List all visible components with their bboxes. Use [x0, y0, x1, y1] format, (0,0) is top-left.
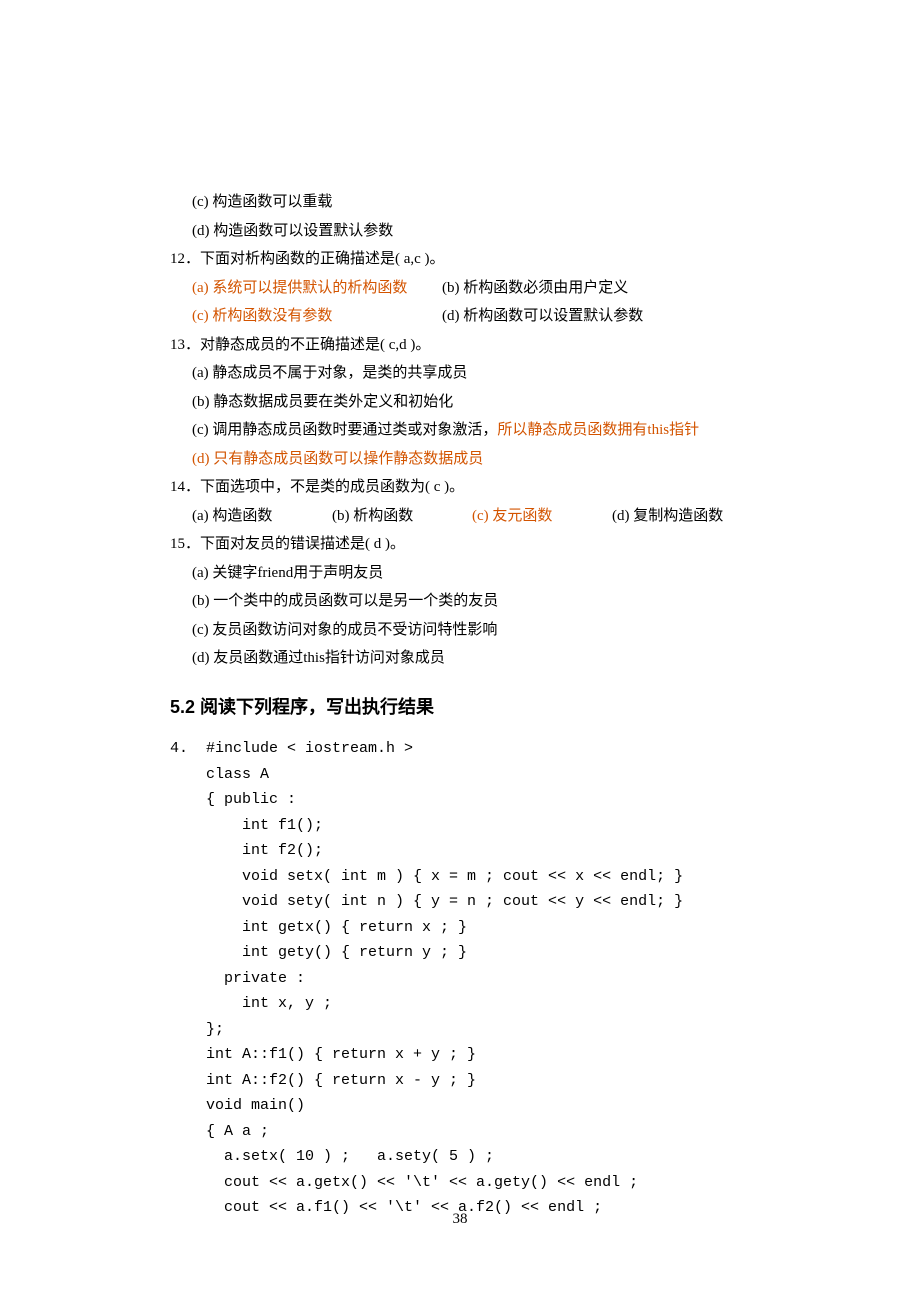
q13-option-c-prefix: (c) 调用静态成员函数时要通过类或对象激活，: [192, 422, 497, 438]
q14-option-d: (d) 复制构造函数: [612, 508, 723, 524]
q15-option-d: (d) 友员函数通过this指针访问对象成员: [170, 646, 750, 672]
q12-row-1: (a) 系统可以提供默认的析构函数 (b) 析构函数必须由用户定义: [170, 276, 750, 302]
q15-stem: 15．下面对友员的错误描述是( d )。: [170, 532, 750, 558]
q11-option-c: (c) 构造函数可以重载: [170, 190, 750, 216]
q15-option-c: (c) 友员函数访问对象的成员不受访问特性影响: [170, 618, 750, 644]
q13-stem: 13．对静态成员的不正确描述是( c,d )。: [170, 333, 750, 359]
q13-option-d: (d) 只有静态成员函数可以操作静态数据成员: [170, 447, 750, 473]
q12-option-b: (b) 析构函数必须由用户定义: [442, 276, 750, 302]
q12-option-d: (d) 析构函数可以设置默认参数: [442, 304, 750, 330]
q15-option-a: (a) 关键字friend用于声明友员: [170, 561, 750, 587]
q13-option-b: (b) 静态数据成员要在类外定义和初始化: [170, 390, 750, 416]
q13-option-c-suffix: 所以静态成员函数拥有this指针: [497, 422, 699, 438]
code-block-q4: 4. #include < iostream.h > class A { pub…: [170, 736, 750, 1221]
q13-option-a: (a) 静态成员不属于对象，是类的共享成员: [170, 361, 750, 387]
q11-option-d: (d) 构造函数可以设置默认参数: [170, 219, 750, 245]
q14-option-b: (b) 析构函数: [332, 504, 472, 530]
page: (c) 构造函数可以重载 (d) 构造函数可以设置默认参数 12．下面对析构函数…: [0, 0, 920, 1302]
q12-stem: 12．下面对析构函数的正确描述是( a,c )。: [170, 247, 750, 273]
section-title-5-2: 5.2 阅读下列程序，写出执行结果: [170, 692, 750, 723]
page-number: 38: [0, 1207, 920, 1233]
q12-option-c: (c) 析构函数没有参数: [192, 304, 442, 330]
q14-option-c: (c) 友元函数: [472, 504, 612, 530]
q12-option-a: (a) 系统可以提供默认的析构函数: [192, 276, 442, 302]
q14-stem: 14．下面选项中，不是类的成员函数为( c )。: [170, 475, 750, 501]
q14-option-a: (a) 构造函数: [192, 504, 332, 530]
q12-row-2: (c) 析构函数没有参数 (d) 析构函数可以设置默认参数: [170, 304, 750, 330]
q15-option-b: (b) 一个类中的成员函数可以是另一个类的友员: [170, 589, 750, 615]
q13-option-c: (c) 调用静态成员函数时要通过类或对象激活，所以静态成员函数拥有this指针: [170, 418, 750, 444]
q14-options: (a) 构造函数(b) 析构函数(c) 友元函数(d) 复制构造函数: [170, 504, 750, 530]
